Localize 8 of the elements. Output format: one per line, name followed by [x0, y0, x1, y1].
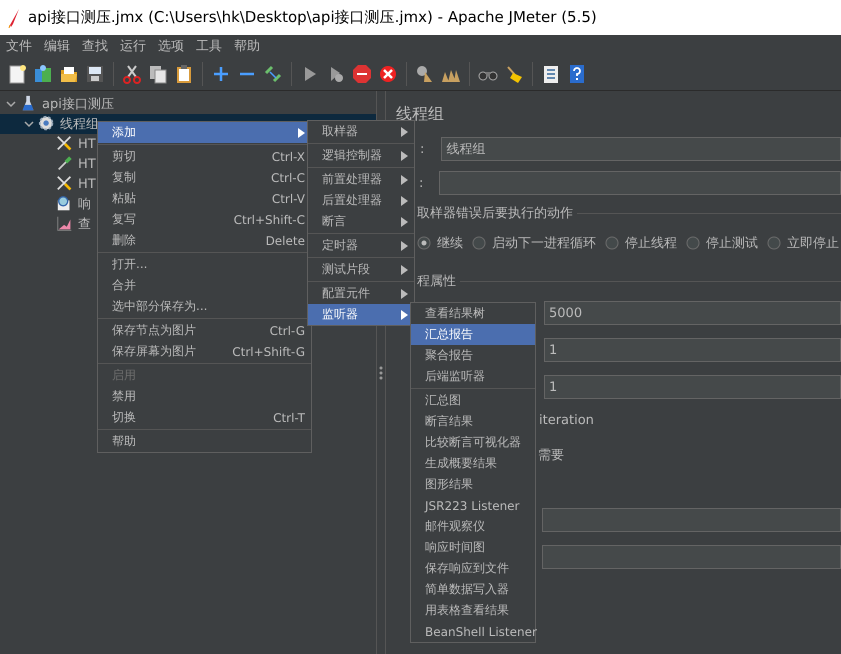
section-title: 取样器错误后要执行的动作	[417, 205, 573, 222]
section-title: 程属性	[417, 273, 456, 290]
option-label: 需要	[538, 447, 564, 464]
option-label: iteration	[539, 413, 594, 428]
panel-title: 线程组	[396, 103, 445, 125]
name-label: :	[420, 142, 424, 156]
comment-label: :	[419, 176, 424, 190]
window-title: api接口测压.jmx (C:\Users\hk\Desktop\api接口测压.jmx) - Apache JMeter (5.5)	[28, 8, 597, 27]
